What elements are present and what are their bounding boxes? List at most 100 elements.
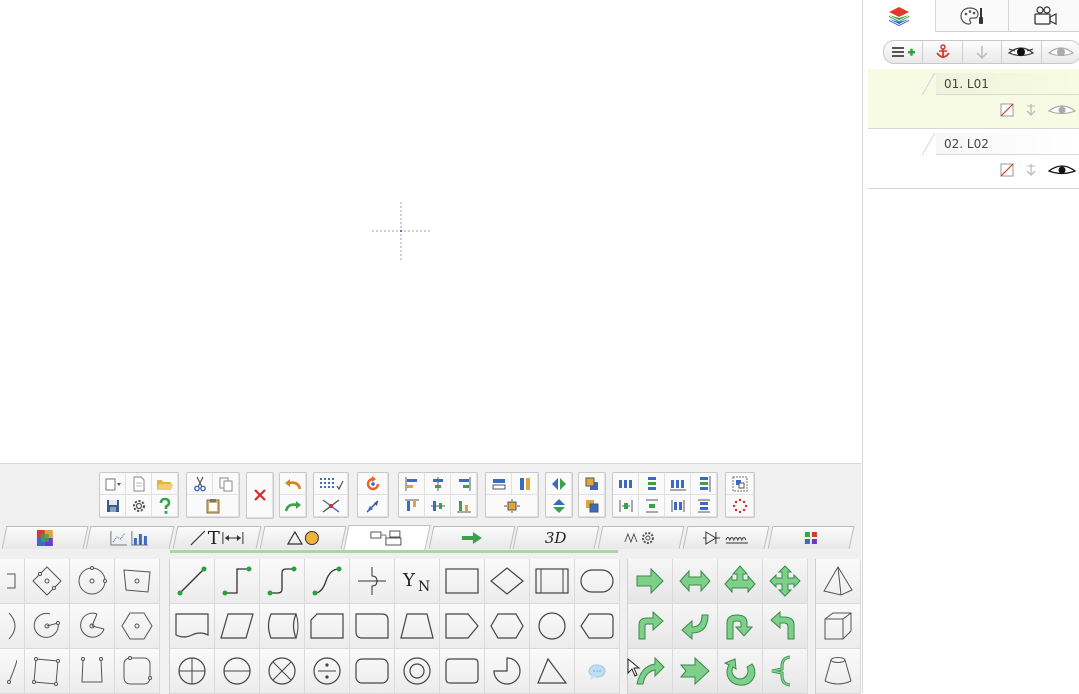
no-fill-icon[interactable] [1000, 103, 1014, 117]
snap-button[interactable] [314, 495, 348, 517]
shape-terminator[interactable] [575, 559, 620, 604]
paste-button[interactable] [187, 495, 239, 517]
align-left-button[interactable] [399, 473, 425, 495]
shape-pacman-nodes[interactable] [70, 604, 115, 649]
align-middle-button[interactable] [425, 495, 451, 517]
layer-row[interactable]: 01. L01 [868, 69, 1079, 129]
grid-button[interactable] [314, 473, 348, 495]
shape-pie-nodes[interactable] [25, 604, 70, 649]
add-layer-button[interactable] [884, 41, 923, 63]
shape-curved-connector[interactable] [305, 559, 350, 604]
new-menu-button[interactable] [100, 473, 126, 495]
shape-minus[interactable] [215, 649, 260, 694]
shape-preparation[interactable] [485, 604, 530, 649]
distribute-v-button[interactable] [639, 473, 665, 495]
shape-rounded-process[interactable] [350, 604, 395, 649]
show-all-button[interactable] [1002, 41, 1041, 63]
gap-h-button[interactable] [613, 495, 639, 517]
shape-divide[interactable] [305, 649, 350, 694]
move-down-button[interactable] [963, 41, 1002, 63]
shape-arrow-curved-up[interactable] [763, 604, 808, 649]
eye-hidden-icon[interactable] [1048, 103, 1076, 117]
shape-arrow-curved-left[interactable] [673, 604, 718, 649]
tab-charts[interactable] [86, 526, 175, 549]
send-back-button[interactable] [579, 495, 605, 517]
shape-delay[interactable] [440, 604, 485, 649]
align-right-button[interactable] [451, 473, 477, 495]
shape-line-connector[interactable] [170, 559, 215, 604]
layer-row[interactable]: 02. L02 [868, 129, 1079, 189]
shape-yes-no[interactable]: YN [395, 559, 440, 604]
shape-circle-nodes[interactable] [70, 559, 115, 604]
shape-connector-partial[interactable] [0, 559, 25, 604]
bring-front-button[interactable] [579, 473, 605, 495]
shape-double-circle[interactable] [395, 649, 440, 694]
shape-arrow-three-way[interactable] [718, 559, 763, 604]
shape-right-triangle[interactable] [530, 649, 575, 694]
no-fill-icon[interactable] [1000, 163, 1014, 177]
new-file-button[interactable] [126, 473, 152, 495]
tab-palette[interactable] [936, 0, 1009, 31]
align-bottom-button[interactable] [451, 495, 477, 517]
eye-icon[interactable] [1048, 163, 1076, 177]
tab-electrical[interactable] [683, 526, 770, 549]
tab-3d[interactable]: 3D [513, 526, 600, 549]
layer-name[interactable]: 01. L01 [936, 73, 1079, 95]
shape-rounded-nodes[interactable] [115, 649, 160, 694]
tab-flowchart[interactable] [343, 525, 430, 550]
shape-display[interactable] [575, 604, 620, 649]
shape-rounded-rect[interactable] [350, 649, 395, 694]
shape-cube[interactable] [816, 604, 861, 649]
same-height-button[interactable] [512, 473, 538, 495]
tab-mechanical[interactable] [598, 526, 685, 549]
space-h-button[interactable] [665, 473, 691, 495]
drawing-canvas[interactable] [0, 0, 861, 463]
shape-hexagon-nodes[interactable] [115, 604, 160, 649]
save-button[interactable] [100, 495, 126, 517]
hide-all-button[interactable] [1042, 41, 1079, 63]
shape-or[interactable] [170, 649, 215, 694]
undo-button[interactable] [280, 473, 306, 495]
shape-arc-partial[interactable] [0, 604, 25, 649]
shape-arrow-brace[interactable] [763, 649, 808, 694]
shape-connector-circle[interactable] [530, 604, 575, 649]
cut-button[interactable] [187, 473, 213, 495]
shape-card[interactable] [305, 604, 350, 649]
shape-rounded-elbow-connector[interactable] [260, 559, 305, 604]
shape-diamond-nodes[interactable] [25, 559, 70, 604]
same-size-button[interactable] [486, 495, 538, 517]
gap-v-button[interactable] [639, 495, 665, 517]
shape-quad-nodes[interactable] [25, 649, 70, 694]
shape-arrow-right[interactable] [628, 559, 673, 604]
rotate-button[interactable] [358, 473, 388, 495]
shape-rect-nodes[interactable] [115, 559, 160, 604]
shape-predefined-process[interactable] [530, 559, 575, 604]
tab-layers[interactable] [863, 0, 936, 32]
layer-name[interactable]: 02. L02 [936, 133, 1079, 155]
shape-arrow-u-turn[interactable] [718, 604, 763, 649]
shape-elbow-connector[interactable] [215, 559, 260, 604]
distribute-h-button[interactable] [613, 473, 639, 495]
tab-colors[interactable] [2, 526, 89, 549]
same-width-button[interactable] [486, 473, 512, 495]
tab-misc[interactable] [768, 526, 855, 549]
lock-down-icon[interactable] [1024, 163, 1038, 177]
tab-line-text[interactable]: T [173, 526, 262, 549]
tab-shapes[interactable] [260, 526, 347, 549]
shape-document[interactable] [170, 604, 215, 649]
settings-button[interactable] [126, 495, 152, 517]
lock-down-icon[interactable] [1024, 103, 1038, 117]
shape-arrow-four-way[interactable] [763, 559, 808, 604]
anchor-button[interactable] [923, 41, 962, 63]
help-button[interactable] [152, 495, 178, 517]
shape-quarter-pie[interactable] [485, 649, 530, 694]
shape-u-nodes[interactable] [70, 649, 115, 694]
align-center-button[interactable] [425, 473, 451, 495]
fit-h-button[interactable] [665, 495, 691, 517]
shape-callout[interactable] [575, 649, 620, 694]
shape-arrow-circular[interactable] [718, 649, 763, 694]
align-top-button[interactable] [399, 495, 425, 517]
fit-v-button[interactable] [691, 495, 717, 517]
delete-button[interactable] [247, 473, 273, 518]
open-button[interactable] [152, 473, 178, 495]
